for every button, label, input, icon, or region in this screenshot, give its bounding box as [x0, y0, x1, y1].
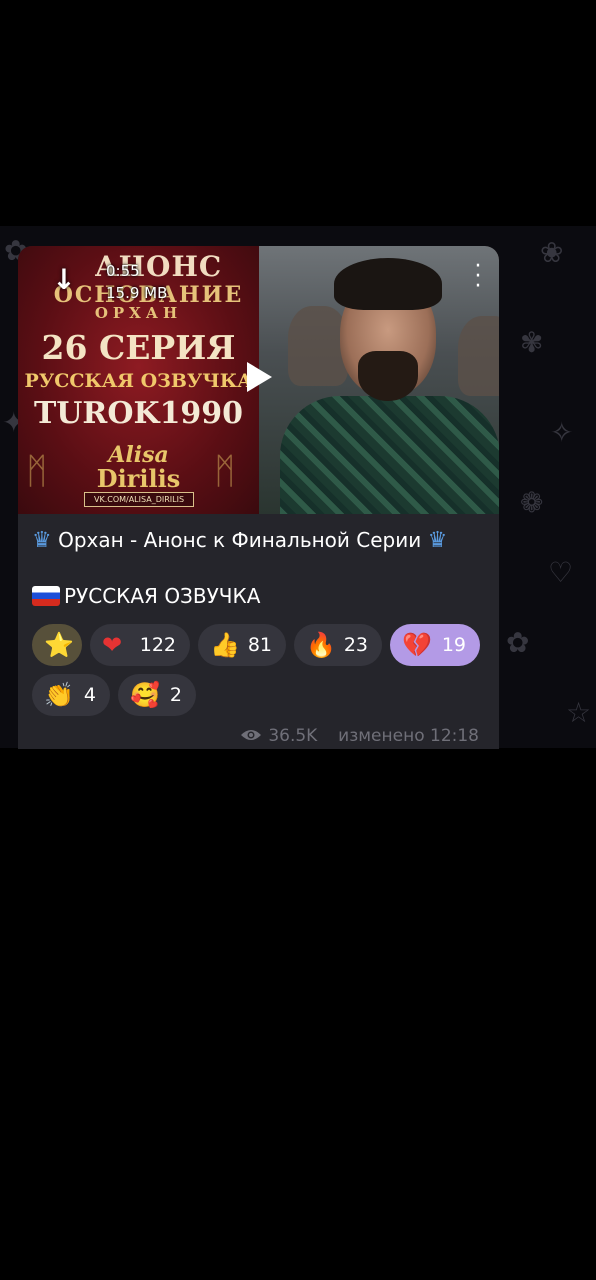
reaction-count: 4 — [83, 684, 96, 706]
doodle-star-icon: ✧ — [550, 416, 574, 449]
clapping-icon: 👏 — [44, 681, 74, 709]
reaction-count: 2 — [169, 684, 182, 706]
crown-icon: ♛ — [32, 528, 52, 553]
message-meta: 36.5K изменено 12:18 — [240, 724, 479, 748]
screen: ✿ ❀ ✦ ✾ ✧ ❁ ♡ ✿ ☆ АНОНС ОСНОВАНИЕ ОРХАН … — [0, 0, 596, 1280]
reaction-thumbs-up[interactable]: 👍 81 — [198, 624, 286, 666]
reaction-count: 122 — [139, 634, 176, 656]
person-figure — [280, 396, 499, 514]
caption-text: Орхан - Анонс к Финальной Серии — [58, 528, 422, 552]
russia-flag-icon — [32, 586, 60, 606]
doodle-flower-icon: ❀ — [540, 236, 564, 269]
star-icon: ⭐ — [44, 631, 74, 659]
reaction-count: 19 — [441, 634, 466, 656]
video-size: 15.9 MB — [106, 284, 168, 302]
heart-icon: ❤ — [102, 631, 123, 659]
doodle-flower-icon: ❁ — [520, 486, 544, 519]
message-caption: ♛ Орхан - Анонс к Финальной Серии ♛ — [32, 524, 492, 557]
poster-dub-text: РУССКАЯ ОЗВУЧКА — [24, 370, 253, 392]
edited-timestamp: изменено 12:18 — [338, 726, 479, 746]
poster-vk-link: VK.COM/ALISA_DIRILIS — [84, 492, 194, 507]
background-figure — [288, 306, 348, 386]
thumbs-up-icon: 👍 — [210, 631, 240, 659]
doodle-star-icon: ☆ — [566, 696, 592, 729]
download-icon[interactable]: ↓ — [44, 260, 84, 300]
reaction-count: 81 — [247, 634, 272, 656]
fire-icon: 🔥 — [306, 631, 336, 659]
more-options-icon[interactable]: · · · — [470, 256, 486, 298]
poster-brand-line2: Dirilis — [96, 464, 181, 493]
eye-icon — [241, 730, 262, 740]
reaction-smiling-hearts[interactable]: 🥰 2 — [118, 674, 196, 716]
person-hair — [334, 258, 442, 310]
doodle-flower-icon: ✿ — [506, 626, 530, 659]
reaction-count: 23 — [343, 634, 368, 656]
play-icon[interactable] — [244, 360, 274, 394]
reaction-clapping[interactable]: 👏 4 — [32, 674, 110, 716]
poster-turok-text: TUROK1990 — [33, 396, 244, 431]
background-figure — [458, 316, 499, 396]
reaction-star[interactable]: ⭐ — [32, 624, 82, 666]
person-beard — [358, 351, 418, 401]
reaction-broken-heart[interactable]: 💔 19 — [390, 624, 480, 666]
poster-series-name: ОРХАН — [94, 304, 183, 322]
video-duration: 0:55 — [106, 262, 140, 280]
view-count: 36.5K — [268, 726, 318, 746]
message-bubble[interactable]: АНОНС ОСНОВАНИЕ ОРХАН 26 СЕРИЯ РУССКАЯ О… — [18, 246, 499, 749]
smiling-hearts-icon: 🥰 — [130, 681, 160, 709]
broken-heart-icon: 💔 — [402, 631, 432, 659]
reaction-fire[interactable]: 🔥 23 — [294, 624, 382, 666]
subcaption-text: РУССКАЯ ОЗВУЧКА — [64, 584, 261, 608]
reaction-heart[interactable]: ❤ 122 — [90, 624, 190, 666]
video-preview[interactable]: АНОНС ОСНОВАНИЕ ОРХАН 26 СЕРИЯ РУССКАЯ О… — [18, 246, 499, 514]
video-info: 0:55 15.9 MB — [106, 260, 167, 304]
message-subcaption: РУССКАЯ ОЗВУЧКА — [32, 580, 260, 612]
poster-episode-text: 26 СЕРИЯ — [41, 328, 236, 367]
doodle-flower-icon: ✾ — [520, 326, 544, 359]
crown-icon: ♛ — [427, 528, 448, 553]
doodle-heart-icon: ♡ — [548, 556, 574, 589]
